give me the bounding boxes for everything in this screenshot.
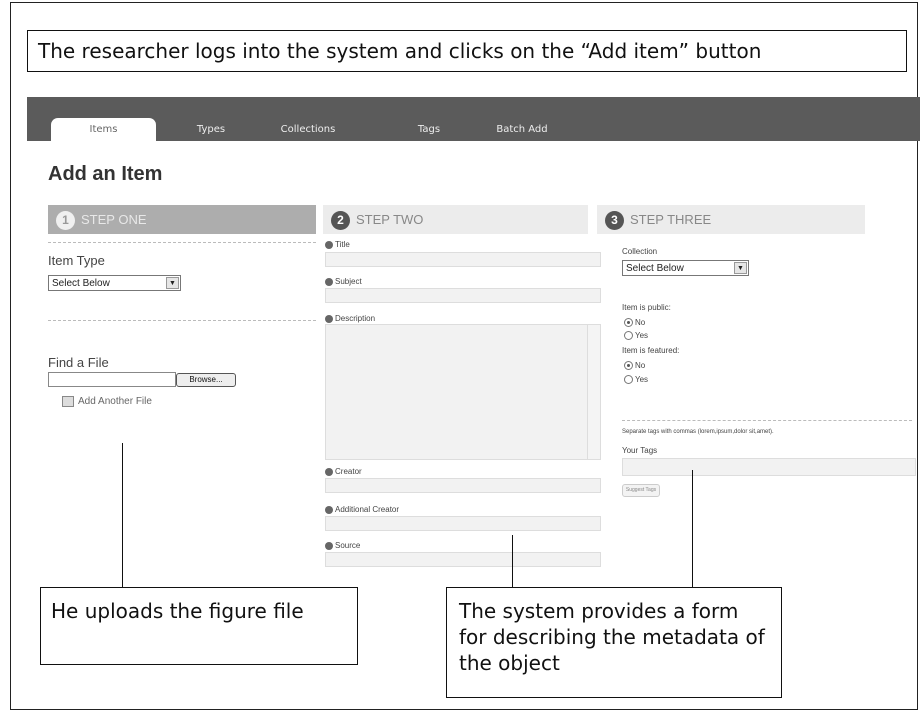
step-two-label: STEP TWO	[356, 212, 424, 227]
tab-types[interactable]: Types	[187, 118, 235, 141]
source-input[interactable]	[325, 552, 601, 567]
radio-icon	[624, 375, 633, 385]
item-featured-label: Item is featured:	[622, 346, 680, 355]
title-label: Title	[325, 240, 350, 249]
step-three-header: 3 STEP THREE	[597, 205, 865, 234]
featured-yes-radio[interactable]: Yes	[624, 375, 648, 385]
radio-selected-icon	[624, 318, 633, 328]
tags-hint: Separate tags with commas (lorem,ipsum,d…	[622, 429, 774, 435]
scrollbar[interactable]	[587, 325, 600, 459]
public-no-radio[interactable]: No	[624, 318, 645, 328]
caption-upload: He uploads the figure file	[40, 587, 358, 665]
pointer-line	[512, 535, 513, 587]
admin-nav: Items Types Collections Tags Batch Add	[27, 97, 920, 141]
step-three-label: STEP THREE	[630, 212, 712, 227]
public-yes-radio[interactable]: Yes	[624, 331, 648, 341]
collection-label: Collection	[622, 247, 658, 256]
tags-input[interactable]	[622, 458, 916, 476]
title-input[interactable]	[325, 252, 601, 267]
pointer-line	[122, 443, 123, 587]
creator-label: Creator	[325, 467, 362, 476]
divider	[48, 242, 316, 243]
add-another-file-link[interactable]: Add Another File	[62, 396, 152, 407]
additional-creator-input[interactable]	[325, 516, 601, 531]
radio-selected-icon	[624, 361, 633, 371]
tab-collections[interactable]: Collections	[273, 118, 343, 141]
collection-value: Select Below	[626, 263, 684, 274]
item-type-label: Item Type	[48, 253, 105, 268]
info-icon	[325, 277, 333, 286]
browse-button[interactable]: Browse...	[176, 373, 236, 387]
step-one-header: 1 STEP ONE	[48, 205, 316, 234]
item-type-select[interactable]: Select Below ▼	[48, 275, 181, 291]
subject-input[interactable]	[325, 288, 601, 303]
item-public-label: Item is public:	[622, 303, 671, 312]
suggest-tags-button[interactable]: Suggest Tags	[622, 484, 660, 497]
collection-select[interactable]: Select Below ▼	[622, 260, 749, 276]
step-three-number: 3	[605, 211, 624, 231]
info-icon	[325, 505, 333, 514]
caption-login: The researcher logs into the system and …	[27, 30, 907, 72]
chevron-down-icon: ▼	[734, 262, 747, 274]
tab-tags[interactable]: Tags	[409, 118, 449, 141]
info-icon	[325, 314, 333, 323]
step-two-header: 2 STEP TWO	[323, 205, 588, 234]
divider	[622, 420, 912, 421]
additional-creator-label: Additional Creator	[325, 505, 399, 514]
divider	[48, 320, 316, 321]
featured-no-radio[interactable]: No	[624, 361, 645, 371]
caption-metadata-form: The system provides a form for describin…	[446, 587, 782, 698]
pointer-line	[692, 470, 693, 587]
creator-input[interactable]	[325, 478, 601, 493]
tab-items[interactable]: Items	[51, 118, 156, 141]
info-icon	[325, 467, 333, 476]
tab-batch-add[interactable]: Batch Add	[489, 118, 555, 141]
chevron-down-icon: ▼	[166, 277, 179, 289]
subject-label: Subject	[325, 277, 362, 286]
add-another-file-label: Add Another File	[78, 396, 152, 408]
step-two-number: 2	[331, 211, 350, 231]
page-title: Add an Item	[48, 163, 163, 185]
info-icon	[325, 541, 333, 550]
info-icon	[325, 240, 333, 249]
file-path-input[interactable]	[48, 372, 176, 387]
step-one-number: 1	[56, 211, 75, 231]
your-tags-label: Your Tags	[622, 446, 658, 455]
find-file-label: Find a File	[48, 355, 109, 370]
description-textarea[interactable]	[325, 324, 601, 460]
add-file-icon	[62, 396, 74, 407]
step-one-label: STEP ONE	[81, 212, 147, 227]
radio-icon	[624, 331, 633, 341]
item-type-value: Select Below	[52, 278, 110, 289]
source-label: Source	[325, 541, 360, 550]
description-label: Description	[325, 314, 375, 323]
